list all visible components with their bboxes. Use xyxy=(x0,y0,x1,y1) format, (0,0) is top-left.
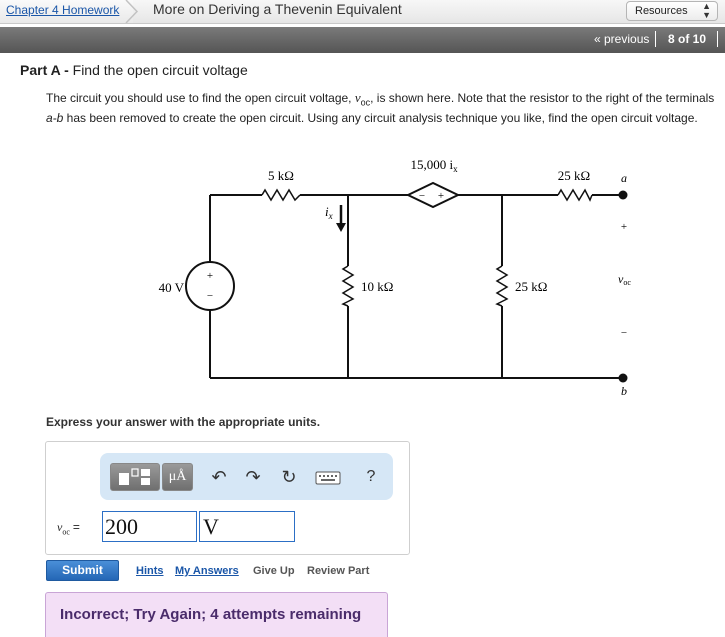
vs-minus: − xyxy=(207,290,213,302)
breadcrumb-current-title: More on Deriving a Thevenin Equivalent xyxy=(153,1,402,17)
instructions: Express your answer with the appropriate… xyxy=(46,415,321,429)
dep-source-minus: − xyxy=(419,190,425,202)
resistor-25k-shunt xyxy=(495,265,509,307)
give-up-link[interactable]: Give Up xyxy=(253,565,295,577)
templates-button[interactable] xyxy=(110,463,160,491)
dep-source-label: 15,000 ix xyxy=(410,157,458,174)
math-toolbar: μÅ ↶ ↷ ↻ ? xyxy=(100,453,393,500)
nav-divider xyxy=(717,31,718,47)
problem-description: The circuit you should use to find the o… xyxy=(46,90,721,126)
resistor-10k xyxy=(341,265,355,307)
description-text: The circuit you should use to find the o… xyxy=(46,91,355,105)
resources-label: Resources xyxy=(635,5,688,17)
voc-minus: − xyxy=(621,327,627,339)
voc-subscript: oc xyxy=(360,97,371,108)
updown-chevron-icon: ▲ ▼ xyxy=(702,1,711,20)
r2-label: 10 kΩ xyxy=(361,279,393,294)
r4-label: 25 kΩ xyxy=(558,168,590,183)
resistor-5k xyxy=(261,188,301,202)
terminal-a-label: a xyxy=(621,171,627,185)
r1-label: 5 kΩ xyxy=(268,168,294,183)
templates-icon xyxy=(119,468,150,485)
nav-divider xyxy=(655,31,656,47)
r3-label: 25 kΩ xyxy=(515,279,547,294)
help-icon[interactable]: ? xyxy=(360,466,382,488)
part-title-text: Find the open circuit voltage xyxy=(72,62,248,78)
redo-icon[interactable]: ↷ xyxy=(242,466,264,488)
reset-icon[interactable]: ↻ xyxy=(278,466,300,488)
description-text: has been removed to create the open circ… xyxy=(63,111,698,126)
assignment-nav-bar: « previous 8 of 10 xyxy=(0,27,725,53)
vs-plus: + xyxy=(207,270,213,282)
page-counter: 8 of 10 xyxy=(668,32,707,46)
part-title: Part A - Find the open circuit voltage xyxy=(20,62,248,78)
units-icon: μÅ xyxy=(168,469,187,484)
my-answers-link[interactable]: My Answers xyxy=(175,565,239,577)
resistor-25k-series xyxy=(557,188,593,202)
previous-link[interactable]: « previous xyxy=(594,27,649,51)
breadcrumb-separator-icon xyxy=(125,0,139,23)
answer-variable-label: voc = xyxy=(57,520,80,537)
vs-label: 40 V xyxy=(159,280,185,295)
submit-button[interactable]: Submit xyxy=(46,560,119,581)
terminal-b-dot xyxy=(618,373,628,383)
dependent-source-diamond xyxy=(405,181,461,209)
resources-dropdown[interactable]: Resources ▲ ▼ xyxy=(626,1,718,21)
ix-arrow-head xyxy=(336,223,346,232)
circuit-diagram: − + + − 40 V ix 5 kΩ 15,000 ix 25 kΩ a b… xyxy=(159,157,632,398)
units-button[interactable]: μÅ xyxy=(162,463,193,491)
ix-label: ix xyxy=(325,204,333,221)
answer-value-input[interactable]: 200 xyxy=(102,511,197,542)
review-part-link[interactable]: Review Part xyxy=(307,565,369,577)
hints-link[interactable]: Hints xyxy=(136,565,164,577)
part-label: Part A - xyxy=(20,62,69,78)
voc-label: voc xyxy=(618,272,631,287)
terminal-b-label: b xyxy=(621,384,627,398)
answer-panel: μÅ ↶ ↷ ↻ ? voc = 200 V xyxy=(45,441,410,555)
feedback-message: Incorrect; Try Again; 4 attempts remaini… xyxy=(45,592,388,637)
voc-plus: + xyxy=(621,221,627,233)
undo-icon[interactable]: ↶ xyxy=(208,466,230,488)
dep-source-plus: + xyxy=(438,190,444,202)
terminals-label: a-b xyxy=(46,111,64,126)
breadcrumb-homework-link[interactable]: Chapter 4 Homework xyxy=(0,0,133,23)
keyboard-icon[interactable] xyxy=(314,466,342,488)
description-text: , is shown here. Note that the resistor … xyxy=(370,91,715,105)
answer-unit-input[interactable]: V xyxy=(199,511,295,542)
terminal-a-dot xyxy=(618,190,628,200)
breadcrumb-bar: Chapter 4 Homework More on Deriving a Th… xyxy=(0,0,725,24)
